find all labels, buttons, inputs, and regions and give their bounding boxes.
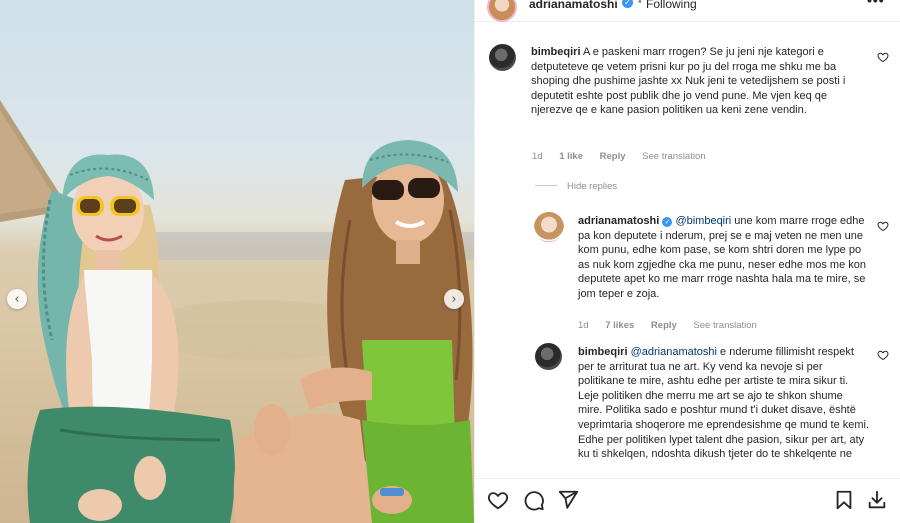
post-photo[interactable]: ‹ ›	[0, 0, 474, 523]
reply-text: e nderume fillimisht respekt per te arri…	[578, 346, 870, 461]
comments-panel: adrianamatoshi ✓ • Following ••• bimbeqi…	[474, 0, 900, 523]
reply-likes[interactable]: 7 likes	[605, 320, 634, 331]
reply-body: bimbeqiri @adrianamatoshi e nderume fill…	[578, 345, 870, 462]
carousel-next-button[interactable]: ›	[444, 289, 464, 309]
post-action-bar	[475, 478, 900, 523]
reply-button[interactable]: Reply	[651, 320, 677, 331]
comment-like-heart-icon[interactable]	[877, 51, 889, 63]
author-avatar[interactable]	[487, 0, 517, 22]
post-header: adrianamatoshi ✓ • Following •••	[475, 0, 900, 22]
header-separator: •	[638, 0, 642, 8]
comment-username[interactable]: bimbeqiri	[531, 46, 581, 58]
hide-replies-label: Hide replies	[567, 181, 618, 192]
following-button[interactable]: Following	[646, 0, 697, 11]
reply-time: 1d	[578, 320, 589, 331]
reply-body: adrianamatoshi ✓ @bimbeqiri une kom marr…	[578, 214, 868, 302]
comment-likes[interactable]: 1 like	[559, 151, 583, 162]
reply-username[interactable]: bimbeqiri	[578, 346, 628, 358]
reply-like-heart-icon[interactable]	[877, 220, 889, 232]
reply-mention[interactable]: @adrianamatoshi	[631, 346, 717, 358]
comment-meta: 1d 1 like Reply See translation	[532, 151, 720, 162]
hide-replies-divider	[535, 185, 557, 186]
reply-text: une kom marre rroge edhe pa kon deputete…	[578, 215, 866, 300]
reply-username[interactable]: adrianamatoshi	[578, 215, 659, 227]
reply-meta: 1d 7 likes Reply See translation	[578, 320, 771, 331]
photo-illustration	[0, 100, 474, 523]
carousel-prev-button[interactable]: ‹	[7, 289, 27, 309]
verified-badge-icon: ✓	[662, 217, 673, 227]
download-icon[interactable]	[866, 489, 888, 511]
comment-icon[interactable]	[523, 489, 545, 511]
commenter-avatar[interactable]	[489, 44, 516, 71]
comment-body: bimbeqiri A e paskeni marr rrogen? Se ju…	[531, 45, 869, 118]
comments-scroll-area[interactable]: adrianamatoshi ✓ • Following ••• bimbeqi…	[475, 0, 900, 478]
hide-replies-button[interactable]: Hide replies	[535, 181, 617, 192]
more-options-icon[interactable]: •••	[867, 0, 885, 8]
see-translation-link[interactable]: See translation	[642, 151, 705, 162]
bookmark-icon[interactable]	[833, 489, 855, 511]
verified-badge-icon: ✓	[622, 0, 633, 8]
reply-like-heart-icon[interactable]	[877, 349, 889, 361]
reply-mention[interactable]: @bimbeqiri	[675, 215, 731, 227]
replier-avatar[interactable]	[535, 343, 562, 370]
author-username[interactable]: adrianamatoshi	[529, 0, 618, 11]
comment-time: 1d	[532, 151, 543, 162]
replier-avatar[interactable]	[534, 212, 564, 242]
reply-button[interactable]: Reply	[600, 151, 626, 162]
send-icon[interactable]	[557, 489, 579, 511]
heart-icon[interactable]	[487, 489, 509, 511]
see-translation-link[interactable]: See translation	[693, 320, 756, 331]
